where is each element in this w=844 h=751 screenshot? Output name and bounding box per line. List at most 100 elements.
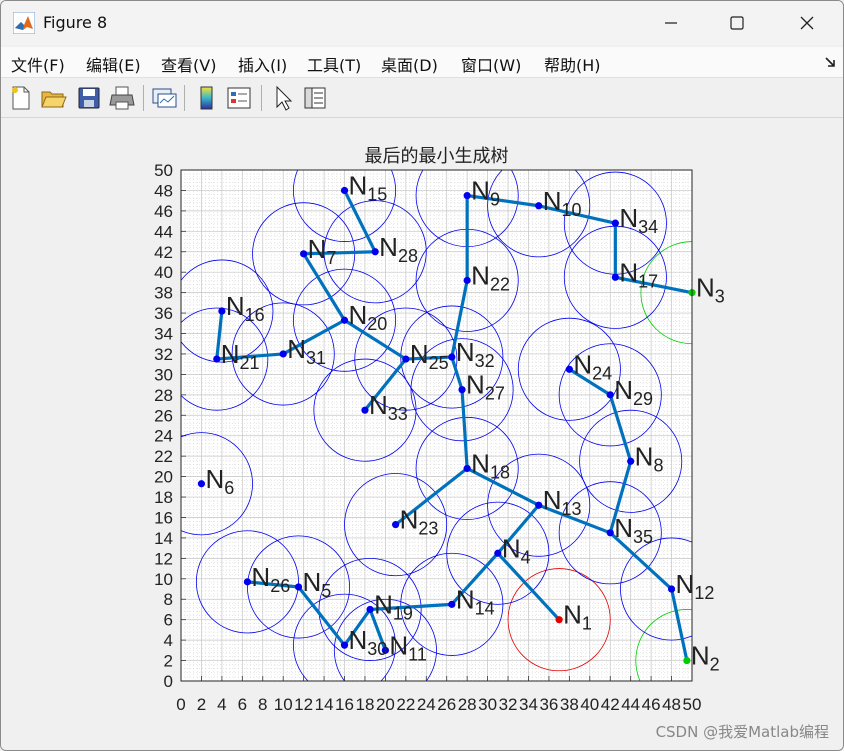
node-point xyxy=(294,583,303,591)
y-tick-label: 6 xyxy=(164,611,173,630)
menu-view[interactable]: 查看(V) xyxy=(161,52,216,76)
maximize-icon xyxy=(730,16,744,30)
toolbar-separator xyxy=(261,85,262,111)
node-point xyxy=(611,273,619,281)
window-title: Figure 8 xyxy=(43,13,108,32)
node-point xyxy=(340,186,349,195)
menu-desktop[interactable]: 桌面(D) xyxy=(381,52,438,76)
menu-bar: 文件(F) 编辑(E) 查看(V) 插入(I) 工具(T) 桌面(D) 窗口(W… xyxy=(1,47,843,78)
link-plot-icon[interactable] xyxy=(150,84,178,112)
x-tick-label: 38 xyxy=(560,695,579,714)
node-label: N12 xyxy=(676,569,715,603)
toolbar xyxy=(1,79,843,118)
node-point xyxy=(458,386,466,394)
x-tick-label: 32 xyxy=(499,695,518,714)
matlab-logo-icon xyxy=(13,12,35,34)
mst-chart: 0 2 4 6 8 10 12 14 16 18 20 22 24 26 28 30 32 34 36 38 40 42 4… xyxy=(154,146,725,714)
property-inspector-icon[interactable] xyxy=(301,84,329,112)
x-tick-label: 48 xyxy=(662,695,681,714)
node-point xyxy=(340,316,349,324)
menu-help[interactable]: 帮助(H) xyxy=(544,52,601,76)
toolbar-separator xyxy=(184,85,185,111)
node-point xyxy=(555,616,563,624)
y-tick-label: 32 xyxy=(154,345,173,364)
menu-file[interactable]: 文件(F) xyxy=(11,52,65,76)
x-tick-label: 36 xyxy=(539,695,558,714)
x-tick-label: 4 xyxy=(217,695,226,714)
y-tick-label: 30 xyxy=(154,365,173,384)
close-button[interactable] xyxy=(777,1,837,45)
y-tick-label: 42 xyxy=(154,243,173,262)
y-tick-label: 38 xyxy=(154,284,173,303)
node-point xyxy=(611,219,619,227)
node-point xyxy=(402,355,410,363)
node-point xyxy=(627,457,635,465)
x-tick-label: 0 xyxy=(176,695,185,714)
minimize-icon xyxy=(665,22,677,24)
node-point xyxy=(494,549,502,557)
menu-edit[interactable]: 编辑(E) xyxy=(86,52,141,76)
node-point xyxy=(361,406,369,414)
node-label: N2 xyxy=(691,641,720,675)
menu-insert[interactable]: 插入(I) xyxy=(238,52,287,76)
y-tick-label: 8 xyxy=(164,590,173,609)
y-tick-label: 36 xyxy=(154,304,173,323)
node-point xyxy=(213,355,221,363)
y-tick-label: 0 xyxy=(164,672,173,691)
dock-arrow-icon[interactable] xyxy=(823,55,837,69)
x-tick-label: 30 xyxy=(478,695,497,714)
colorbar-icon[interactable] xyxy=(193,84,221,112)
y-tick-label: 14 xyxy=(154,529,173,548)
y-tick-label: 18 xyxy=(154,488,173,507)
y-tick-label: 46 xyxy=(154,202,173,221)
open-file-icon[interactable] xyxy=(39,84,67,112)
figure-canvas: 0 2 4 6 8 10 12 14 16 18 20 22 24 26 28 30 32 34 36 38 40 42 4… xyxy=(1,119,843,750)
node-point xyxy=(392,521,400,529)
node-label: N3 xyxy=(696,273,725,307)
y-tick-label: 20 xyxy=(154,468,173,487)
y-tick-label: 44 xyxy=(154,222,173,241)
edit-plot-cursor-icon[interactable] xyxy=(269,84,297,112)
node-point xyxy=(565,365,573,373)
y-tick-label: 16 xyxy=(154,508,173,527)
menu-tools[interactable]: 工具(T) xyxy=(307,52,361,76)
node-point xyxy=(667,585,676,593)
node-point xyxy=(606,529,614,537)
x-tick-label: 20 xyxy=(376,695,395,714)
node-point xyxy=(279,350,287,358)
legend-icon[interactable] xyxy=(225,84,253,112)
maximize-button[interactable] xyxy=(707,1,767,45)
y-tick-label: 22 xyxy=(154,447,173,466)
save-icon[interactable] xyxy=(75,84,103,112)
watermark: CSDN @我爱Matlab编程 xyxy=(655,723,829,741)
y-tick-label: 12 xyxy=(154,549,173,568)
node-point xyxy=(463,191,471,200)
y-tick-label: 24 xyxy=(154,427,173,446)
node-point xyxy=(243,578,252,586)
x-tick-label: 10 xyxy=(274,695,293,714)
close-icon xyxy=(800,16,814,30)
x-tick-label: 22 xyxy=(396,695,415,714)
x-tick-label: 44 xyxy=(621,695,640,714)
node-point xyxy=(463,276,471,284)
node-point xyxy=(606,391,614,399)
minimize-button[interactable] xyxy=(641,1,701,45)
x-tick-label: 24 xyxy=(417,695,436,714)
x-tick-label: 50 xyxy=(683,695,702,714)
new-figure-icon[interactable] xyxy=(7,84,35,112)
x-tick-label: 12 xyxy=(294,695,313,714)
y-tick-label: 10 xyxy=(154,570,173,589)
node-point xyxy=(683,656,691,665)
toolbar-separator xyxy=(143,85,144,111)
x-tick-label: 18 xyxy=(355,695,374,714)
node-point xyxy=(448,353,456,361)
y-tick-label: 28 xyxy=(154,386,173,405)
node-point xyxy=(535,202,543,210)
menu-window[interactable]: 窗口(W) xyxy=(461,52,521,76)
x-tick-label: 46 xyxy=(642,695,661,714)
chart-title: 最后的最小生成树 xyxy=(365,146,509,166)
y-tick-label: 34 xyxy=(154,325,173,344)
node-point xyxy=(340,641,349,649)
print-icon[interactable] xyxy=(108,84,136,112)
y-tick-label: 2 xyxy=(164,652,173,671)
